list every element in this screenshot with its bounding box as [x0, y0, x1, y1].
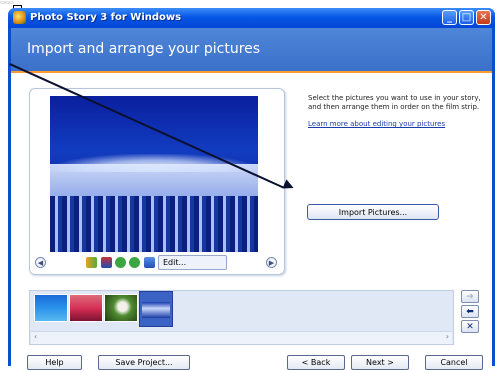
edit-button-label: Edit...: [163, 258, 187, 267]
move-right-button[interactable]: ➔: [461, 290, 479, 303]
edit-button[interactable]: Edit...: [158, 255, 227, 270]
title-bar: Photo Story 3 for Windows _ □ ✕: [8, 8, 495, 28]
page-header: Import and arrange your pictures: [11, 28, 492, 73]
help-button[interactable]: Help: [27, 355, 82, 370]
thumbnail-snowy-forest[interactable]: [139, 291, 173, 327]
minimize-button[interactable]: _: [442, 10, 457, 25]
page-title: Import and arrange your pictures: [27, 41, 261, 57]
scroll-right-icon[interactable]: ›: [446, 332, 449, 341]
previous-picture-icon[interactable]: ◀: [35, 257, 46, 268]
film-strip-scrollbar[interactable]: ‹ ›: [31, 331, 452, 344]
rotate-right-icon[interactable]: [129, 257, 140, 268]
remove-picture-button[interactable]: ✕: [461, 320, 479, 333]
next-picture-icon[interactable]: ▶: [266, 257, 277, 268]
save-project-button[interactable]: Save Project...: [98, 355, 190, 370]
import-pictures-button[interactable]: Import Pictures...: [307, 204, 439, 220]
move-left-button[interactable]: ⬅: [461, 305, 479, 318]
rotate-left-icon[interactable]: [115, 257, 126, 268]
cancel-button[interactable]: Cancel: [425, 355, 483, 370]
app-window: Photo Story 3 for Windows _ □ ✕ Import a…: [8, 8, 495, 370]
photo-story-app-icon: [13, 11, 26, 24]
window-title: Photo Story 3 for Windows: [30, 12, 182, 23]
learn-more-link[interactable]: Learn more about editing your pictures: [308, 120, 445, 128]
back-button[interactable]: < Back: [287, 355, 345, 370]
preview-photo: [50, 96, 258, 252]
film-strip: ‹ ›: [29, 290, 454, 345]
corner-logo: ▭▭▭: [0, 0, 14, 6]
thumbnail-green-plant[interactable]: [104, 294, 138, 322]
photo-tree-trunks: [50, 196, 258, 252]
next-button[interactable]: Next >: [351, 355, 409, 370]
edit-icon[interactable]: [144, 257, 155, 268]
main-content: ◀ ▶ Edit... Select the pictures you want…: [11, 73, 492, 370]
thumbnail-snowy-forest-image: [142, 302, 170, 318]
scroll-left-icon[interactable]: ‹: [34, 332, 37, 341]
auto-levels-icon[interactable]: [86, 257, 97, 268]
close-button[interactable]: ✕: [476, 10, 491, 25]
thumbnail-blue-water[interactable]: [34, 294, 68, 322]
red-eye-icon[interactable]: [101, 257, 112, 268]
thumbnail-sunset[interactable]: [69, 294, 103, 322]
preview-panel: ◀ ▶ Edit...: [29, 88, 285, 275]
photo-edit-toolbar: Edit...: [86, 255, 227, 270]
instruction-text: Select the pictures you want to use in y…: [308, 94, 481, 111]
maximize-button[interactable]: □: [459, 10, 474, 25]
